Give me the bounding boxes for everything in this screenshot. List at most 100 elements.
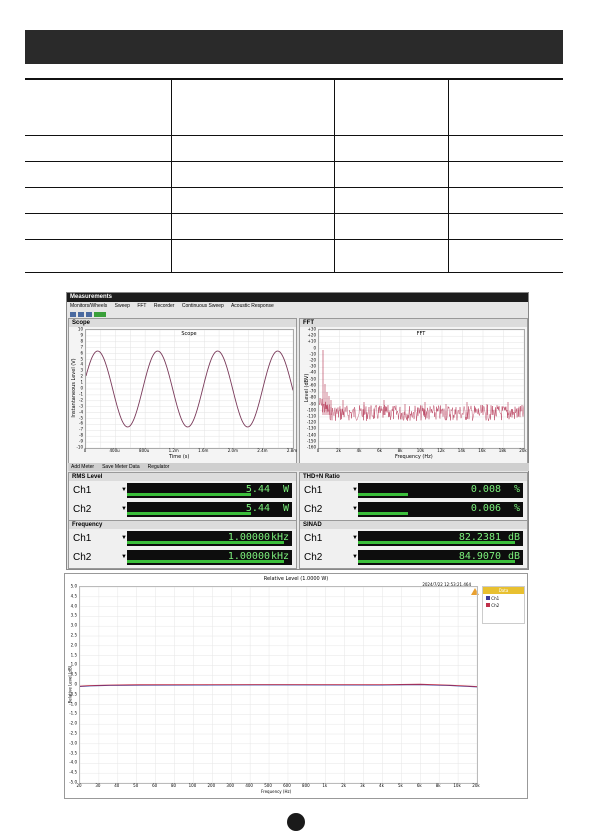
menu-item[interactable]: Acoustic Response bbox=[231, 303, 274, 309]
tick-label: -1 bbox=[79, 391, 83, 397]
tick-label: 2k bbox=[341, 783, 347, 788]
table-row bbox=[25, 78, 563, 136]
tick-label: 400u bbox=[109, 448, 120, 453]
tick-label: 30 bbox=[95, 783, 101, 788]
regulator-button[interactable]: Regulator bbox=[148, 464, 170, 470]
toolbar-button[interactable] bbox=[70, 311, 76, 317]
meter-value: 0.006 bbox=[470, 503, 501, 514]
tick-label: -9 bbox=[79, 438, 83, 444]
tick-label: 9 bbox=[80, 332, 83, 338]
meter-value: 5.44 bbox=[245, 503, 270, 514]
tick-label: -7 bbox=[79, 426, 83, 432]
tick-label: -80 bbox=[309, 394, 316, 400]
scope-xlabel: Time (s) bbox=[169, 454, 190, 460]
meter-title: Frequency bbox=[69, 521, 296, 529]
menu-item[interactable]: FFT bbox=[137, 303, 146, 309]
meter-display: 1.00000 kHz bbox=[127, 550, 292, 565]
tick-label: 20 bbox=[76, 783, 82, 788]
tick-label: 0 bbox=[313, 345, 316, 351]
window-title: Measurements bbox=[67, 293, 528, 302]
tick-label: -5 bbox=[79, 415, 83, 420]
tick-label: 4.5 bbox=[70, 593, 77, 599]
tick-label: 14k bbox=[457, 448, 466, 453]
sweep-legend: Data Ch1 Ch2 bbox=[482, 586, 525, 624]
meter-display: 5.44 W bbox=[127, 502, 292, 517]
tick-label: 2.8m bbox=[286, 448, 298, 453]
meter-toolbar: Add Meter Save Meter Data Regulator bbox=[68, 463, 529, 471]
meter-row: Ch1 ▼ 5.44 W bbox=[69, 482, 296, 500]
table-row bbox=[25, 161, 563, 188]
tick-label: 6k bbox=[416, 783, 422, 788]
tick-label: -4 bbox=[79, 409, 83, 415]
tick-label: 2.5 bbox=[70, 632, 77, 638]
meter-row: Ch2 ▼ 84.9070 dB bbox=[300, 549, 527, 567]
measurements-window: Measurements Monitors/Wheels Sweep FFT R… bbox=[66, 292, 529, 570]
table-row bbox=[25, 213, 563, 240]
tick-label: 400 bbox=[245, 783, 253, 788]
tick-label: -2.5 bbox=[69, 730, 77, 736]
tick-label: 40 bbox=[114, 783, 120, 788]
toolbar-button[interactable] bbox=[86, 311, 92, 317]
meter-value: 1.00000 bbox=[227, 532, 270, 543]
menu-item[interactable]: Sweep bbox=[115, 303, 130, 309]
tick-label: -3.5 bbox=[69, 750, 77, 756]
channel-label: Ch2 bbox=[304, 504, 323, 515]
meter-display: 5.44 W bbox=[127, 483, 292, 498]
tick-label: 8 bbox=[80, 338, 83, 344]
sweep-chart bbox=[79, 586, 478, 784]
meter-value: 82.2381 bbox=[458, 532, 501, 543]
tick-label: 2k bbox=[336, 448, 341, 453]
channel-label: Ch1 bbox=[73, 485, 92, 496]
tick-label: 1.2m bbox=[168, 448, 179, 453]
tick-label: 4 bbox=[80, 361, 83, 367]
save-meter-data-button[interactable]: Save Meter Data bbox=[102, 464, 140, 470]
legend-swatch bbox=[486, 596, 490, 600]
tick-label: 5.0 bbox=[70, 583, 77, 589]
meter-title: SINAD bbox=[300, 521, 527, 529]
legend-label: Ch1 bbox=[491, 596, 500, 601]
tick-label: 0 bbox=[316, 448, 320, 453]
menu-item[interactable]: Monitors/Wheels bbox=[70, 303, 107, 309]
tick-label: -2 bbox=[79, 397, 83, 403]
toggle-on-button[interactable] bbox=[94, 311, 106, 317]
tick-label: 2.0 bbox=[70, 642, 77, 648]
meter-display: 84.9070 dB bbox=[358, 550, 523, 565]
meter-frequency: Frequency Ch1 ▼ 1.00000 kHz Ch2 ▼ 1.00000 kHz bbox=[68, 520, 297, 569]
sweep-chart-panel: Relative Level (1.0000 W) 2024/7/22 12:5… bbox=[64, 573, 528, 799]
menu-bar: Monitors/Wheels Sweep FFT Recorder Conti… bbox=[67, 302, 528, 310]
tick-label: -8 bbox=[79, 432, 83, 438]
menu-item[interactable]: Recorder bbox=[154, 303, 175, 309]
legend-item: Ch1 bbox=[486, 596, 521, 601]
tick-label: 20k bbox=[519, 448, 527, 453]
tick-label: 12k bbox=[437, 448, 445, 453]
tick-label: 10k bbox=[416, 448, 425, 453]
tick-label: +20 bbox=[307, 332, 316, 338]
toolbar-button[interactable] bbox=[78, 311, 84, 317]
scope-ylabel: Instantaneous Level (V) bbox=[71, 358, 77, 418]
tick-label: -4.5 bbox=[69, 769, 77, 775]
tick-label: -3.0 bbox=[69, 740, 77, 746]
tick-label: -10 bbox=[309, 351, 316, 357]
scope-panel: Scope Scope 10 9 8 7 6 5 4 3 2 1 0 -1 -2 -3 -4 -5 -6 -7 -8… bbox=[68, 318, 297, 464]
meter-display: 0.008% bbox=[358, 483, 523, 498]
menu-item[interactable]: Continuous Sweep bbox=[182, 303, 224, 309]
tick-label: 1 bbox=[80, 379, 83, 385]
tick-label: -160 bbox=[306, 444, 316, 450]
tick-label: 300 bbox=[226, 783, 235, 788]
tick-label: -10 bbox=[76, 444, 83, 450]
tick-label: 0 bbox=[83, 448, 87, 453]
scope-plot-title: Scope bbox=[181, 331, 196, 337]
meter-display: 1.00000 kHz bbox=[127, 531, 292, 546]
table-row bbox=[25, 187, 563, 214]
tick-label: 5 bbox=[80, 356, 83, 361]
add-meter-button[interactable]: Add Meter bbox=[71, 464, 94, 470]
fft-panel: FFT FFT +30 +20 +10 0 -10 -20 -30 -40 -50 -60 -70-… bbox=[299, 318, 528, 464]
meter-unit: % bbox=[513, 503, 520, 514]
tick-label: 6k bbox=[377, 448, 382, 453]
level-bar bbox=[358, 512, 408, 515]
tick-label: 2.0m bbox=[227, 448, 238, 453]
tick-label: -6 bbox=[79, 420, 83, 426]
channel-label: Ch1 bbox=[304, 485, 323, 496]
tick-label: +30 bbox=[307, 326, 316, 332]
fft-ylabel: Level (dBV) bbox=[304, 373, 310, 403]
